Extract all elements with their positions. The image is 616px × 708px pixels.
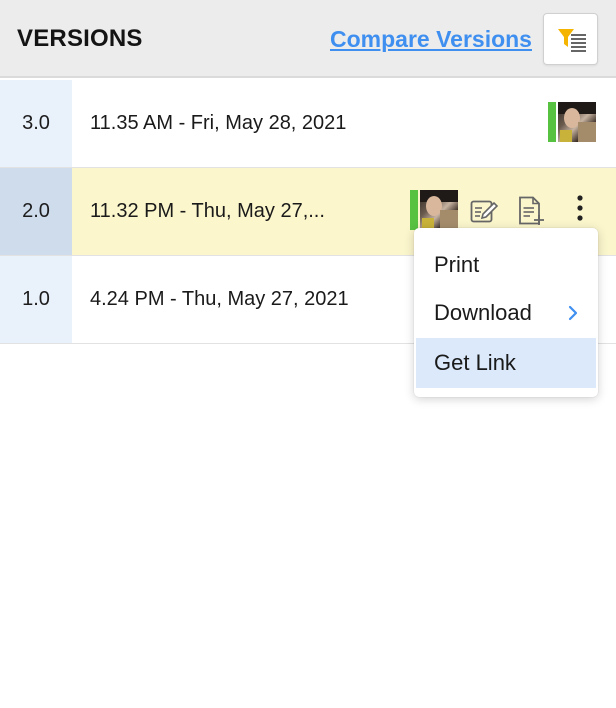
avatar[interactable]: [410, 190, 458, 230]
more-vertical-icon: [577, 195, 583, 221]
avatar[interactable]: [548, 102, 596, 142]
version-row[interactable]: 3.0 11.35 AM - Fri, May 28, 2021: [0, 80, 616, 168]
compare-versions-link[interactable]: Compare Versions: [330, 26, 532, 53]
avatar-image: [558, 102, 596, 142]
edit-button[interactable]: [470, 198, 499, 229]
add-document-button[interactable]: [518, 196, 546, 231]
filter-list-icon: [558, 29, 586, 52]
menu-item-download[interactable]: Download: [416, 288, 596, 338]
versions-header: VERSIONS Compare Versions: [0, 0, 616, 78]
version-timestamp: 4.24 PM - Thu, May 27, 2021: [90, 288, 349, 310]
menu-item-label: Print: [434, 252, 480, 277]
menu-item-get-link[interactable]: Get Link: [416, 338, 596, 388]
edit-icon: [470, 200, 499, 223]
version-number: 1.0: [0, 256, 72, 343]
status-indicator: [548, 102, 556, 142]
chevron-right-icon: [568, 305, 578, 321]
version-number: 2.0: [0, 168, 72, 255]
menu-item-label: Get Link: [434, 350, 516, 375]
menu-item-label: Download: [434, 300, 532, 325]
page-title: VERSIONS: [17, 25, 143, 52]
document-add-icon: [519, 196, 544, 225]
context-menu: Print Download Get Link: [414, 228, 598, 397]
version-timestamp: 11.35 AM - Fri, May 28, 2021: [90, 112, 347, 134]
menu-item-print[interactable]: Print: [416, 240, 596, 290]
version-number: 3.0: [0, 80, 72, 167]
avatar-image: [420, 190, 458, 230]
version-timestamp: 11.32 PM - Thu, May 27,...: [90, 200, 325, 222]
status-indicator: [410, 190, 418, 230]
filter-button[interactable]: [543, 13, 598, 65]
more-options-button[interactable]: [570, 194, 590, 231]
